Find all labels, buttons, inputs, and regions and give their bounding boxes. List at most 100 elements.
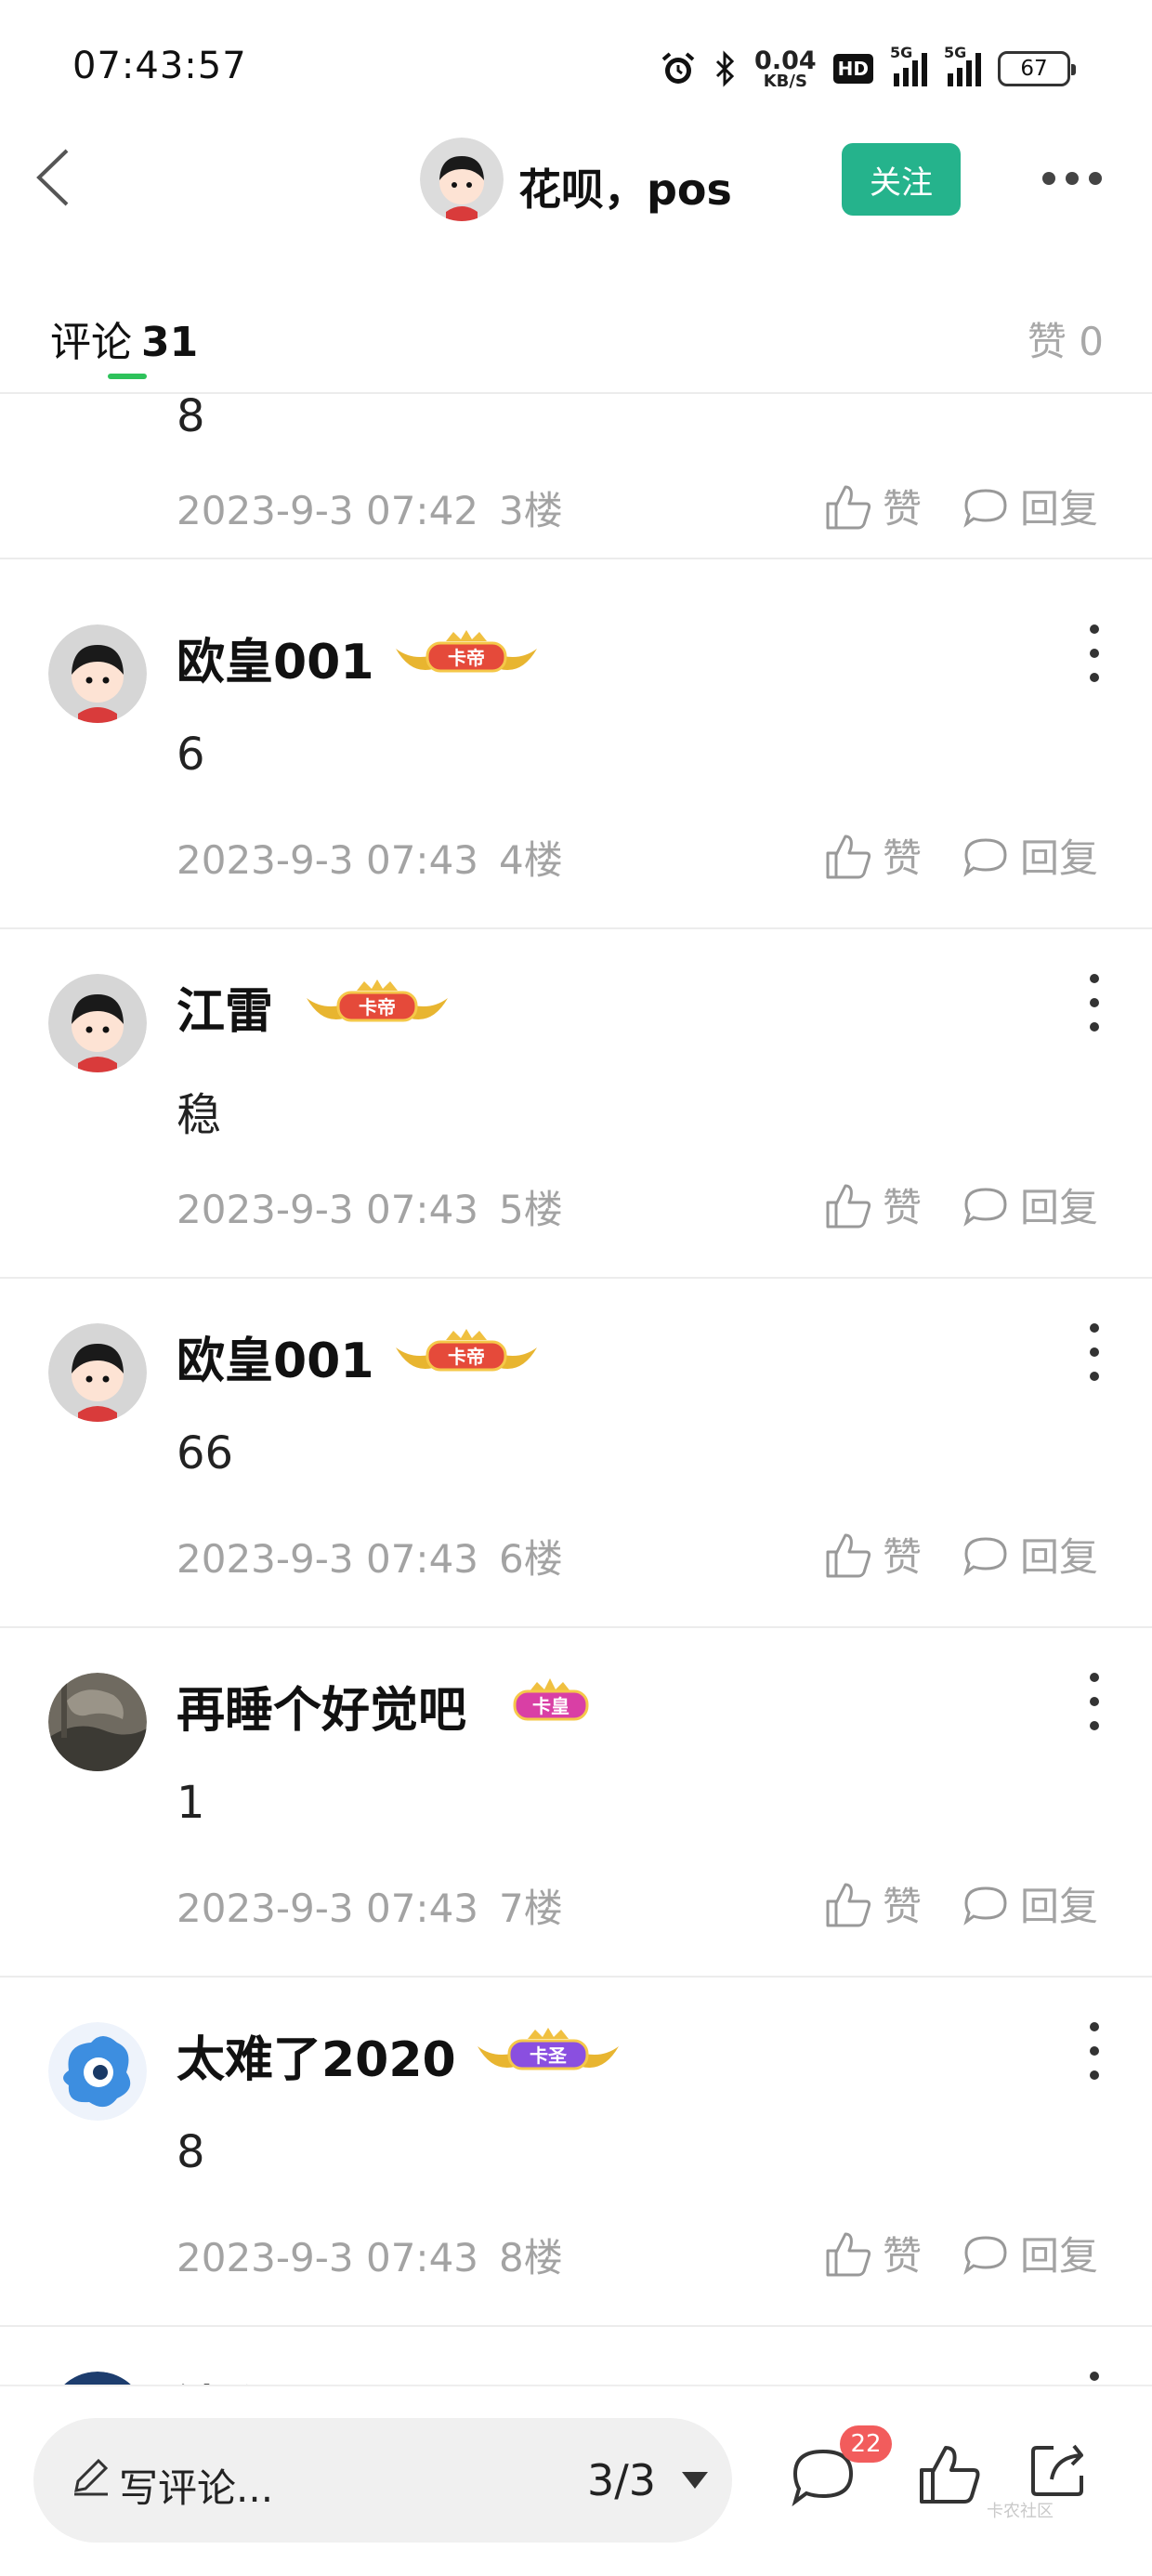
network-speed-unit: KB/S xyxy=(763,71,807,91)
like-action[interactable]: 赞 xyxy=(823,1176,922,1233)
comment-floor: 6楼 xyxy=(499,1536,563,1582)
reply-action[interactable]: 回复 xyxy=(961,2225,1098,2281)
comment-meta: 2023-9-3 07:43 6楼 xyxy=(177,1528,563,1584)
comment-body: 8 xyxy=(177,2126,205,2178)
user-name[interactable]: 沐 酒 xyxy=(177,2370,290,2385)
rank-badge: 卡皇 xyxy=(513,1678,589,1721)
more-options-button[interactable] xyxy=(1042,165,1102,191)
comment-item: 再睡个好觉吧 卡皇 1 2023-9-3 07:43 7楼 赞 回复 xyxy=(0,1628,1152,1978)
alarm-icon xyxy=(661,52,695,84)
comment-floor: 8楼 xyxy=(499,2235,563,2280)
signal-2-label: 5G xyxy=(944,44,967,61)
comment-body: 6 xyxy=(177,729,205,781)
user-name[interactable]: 欧皇001 xyxy=(177,1321,374,1391)
reply-action[interactable]: 回复 xyxy=(961,1875,1098,1932)
thumbs-up-icon xyxy=(826,835,871,878)
comment-body: 1 xyxy=(177,1777,205,1829)
chat-bubble-icon xyxy=(963,1536,1007,1576)
user-name[interactable]: 江雷 xyxy=(177,972,273,1042)
comment-meta: 2023-9-3 07:43 7楼 xyxy=(177,1877,563,1934)
signal-icon-2: 5G xyxy=(944,44,981,86)
like-label: 赞 xyxy=(883,2233,923,2279)
comment-floor: 5楼 xyxy=(499,1187,563,1232)
like-action[interactable]: 赞 xyxy=(823,1526,922,1583)
user-avatar[interactable] xyxy=(48,624,147,723)
comment-date: 2023-9-3 07:43 xyxy=(177,837,479,883)
comment-item: 江雷 卡帝 稳 2023-9-3 07:43 5楼 赞 回复 xyxy=(0,929,1152,1279)
tab-header: 评论 31 赞 0 xyxy=(0,288,1152,394)
reply-label: 回复 xyxy=(1020,2233,1099,2279)
comment-count-badge: 22 xyxy=(840,2425,892,2463)
comment-date: 2023-9-3 07:42 xyxy=(177,488,479,533)
comment-item: 沐 酒 xyxy=(0,2327,1152,2385)
back-button[interactable] xyxy=(26,145,91,210)
pencil-icon xyxy=(74,2458,109,2496)
author-avatar[interactable] xyxy=(420,138,504,221)
rank-badge-text: 卡圣 xyxy=(530,2044,568,2067)
like-label: 赞 xyxy=(883,486,923,532)
thumbs-up-icon xyxy=(826,2232,871,2276)
tab-comments-count: 31 xyxy=(141,319,199,366)
reply-action[interactable]: 回复 xyxy=(961,1176,1098,1233)
reply-label: 回复 xyxy=(1020,1185,1099,1230)
comment-date: 2023-9-3 07:43 xyxy=(177,1886,479,1931)
comment-floor: 7楼 xyxy=(499,1886,563,1931)
reply-action[interactable]: 回复 xyxy=(961,478,1098,534)
rank-badge: 卡帝 xyxy=(396,1329,537,1372)
comment-list[interactable]: 8 2023-9-3 07:42 3楼 赞 回复 欧皇001 卡帝 6 2023… xyxy=(0,394,1152,2385)
user-avatar[interactable] xyxy=(48,1323,147,1422)
like-action[interactable]: 赞 xyxy=(823,827,922,884)
like-post-button[interactable] xyxy=(916,2440,983,2507)
network-speed-value: 0.04 xyxy=(754,46,817,75)
like-action[interactable]: 赞 xyxy=(823,478,922,534)
follow-button[interactable]: 关注 xyxy=(842,143,961,216)
page-indicator[interactable]: 3/3 xyxy=(587,2455,656,2505)
reply-action[interactable]: 回复 xyxy=(961,827,1098,884)
comment-item: 欧皇001 卡帝 6 2023-9-3 07:43 4楼 赞 回复 xyxy=(0,580,1152,929)
thumbs-up-icon xyxy=(826,485,871,529)
like-label: 赞 xyxy=(883,835,923,881)
like-action[interactable]: 赞 xyxy=(823,1875,922,1932)
user-name[interactable]: 再睡个好觉吧 xyxy=(177,1671,466,1741)
chat-bubble-icon xyxy=(963,2235,1007,2275)
user-name[interactable]: 太难了2020 xyxy=(177,2020,456,2090)
user-avatar[interactable] xyxy=(48,1673,147,1771)
comment-item: 太难了2020 卡圣 8 2023-9-3 07:43 8楼 赞 回复 xyxy=(0,1978,1152,2327)
tab-likes[interactable]: 赞 0 xyxy=(1028,310,1104,367)
reply-label: 回复 xyxy=(1020,1534,1099,1580)
comment-more-button[interactable] xyxy=(1085,624,1104,682)
chat-bubble-icon xyxy=(963,1886,1007,1925)
nav-bar: 花呗，pos 关注 xyxy=(0,130,1152,232)
comment-body: 稳 xyxy=(177,1089,222,1141)
comment-more-button[interactable] xyxy=(1085,2022,1104,2080)
user-avatar[interactable] xyxy=(48,2022,147,2121)
user-avatar[interactable] xyxy=(48,974,147,1072)
rank-badge-text: 卡帝 xyxy=(448,1346,485,1368)
comment-more-button[interactable] xyxy=(1085,1323,1104,1381)
rank-badge-text: 卡帝 xyxy=(359,996,396,1019)
like-label: 赞 xyxy=(883,1185,923,1230)
comment-date: 2023-9-3 07:43 xyxy=(177,1187,479,1232)
user-avatar[interactable] xyxy=(48,2372,147,2385)
comment-more-button[interactable] xyxy=(1085,2372,1104,2385)
chevron-down-icon[interactable] xyxy=(682,2472,708,2489)
comment-date: 2023-9-3 07:43 xyxy=(177,2235,479,2280)
thumbs-up-icon xyxy=(826,1883,871,1926)
user-name[interactable]: 欧皇001 xyxy=(177,623,374,692)
bottom-bar: 写评论... 3/3 22 卡农社区 xyxy=(0,2385,1152,2576)
reply-label: 回复 xyxy=(1020,835,1099,881)
tab-comments[interactable]: 评论 31 xyxy=(50,309,198,368)
rank-badge-text: 卡皇 xyxy=(532,1695,569,1717)
comment-more-button[interactable] xyxy=(1085,1673,1104,1730)
comment-meta: 2023-9-3 07:42 3楼 xyxy=(177,480,563,536)
like-action[interactable]: 赞 xyxy=(823,2225,922,2281)
comment-more-button[interactable] xyxy=(1085,974,1104,1032)
status-bar: 07:43:57 0.04 KB/S HD 5G 5G 67 xyxy=(0,0,1152,130)
comment-meta: 2023-9-3 07:43 8楼 xyxy=(177,2227,563,2283)
comment-floor: 4楼 xyxy=(499,837,563,883)
bluetooth-icon xyxy=(715,50,735,87)
share-button[interactable] xyxy=(1026,2435,1093,2502)
write-comment-input[interactable]: 写评论... 3/3 xyxy=(33,2418,732,2543)
reply-action[interactable]: 回复 xyxy=(961,1526,1098,1583)
like-label: 赞 xyxy=(883,1884,923,1929)
